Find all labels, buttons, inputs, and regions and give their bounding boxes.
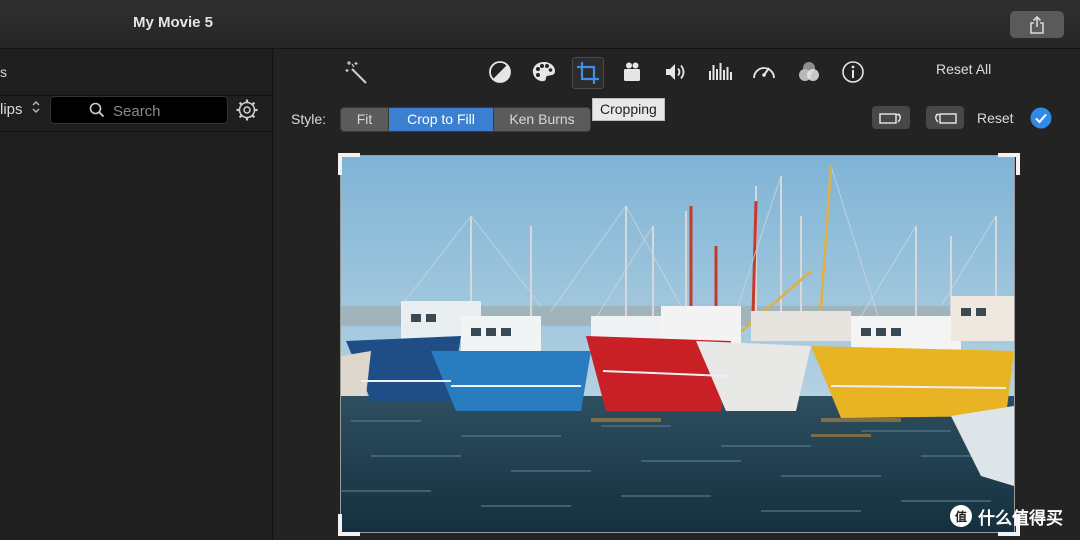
editor-area: Reset All Style: Fit Crop to Fill Ken Bu…: [274, 49, 1080, 540]
share-icon: [1030, 15, 1044, 34]
crop-handle-top-left[interactable]: [338, 153, 360, 175]
reset-button[interactable]: Reset: [977, 110, 1014, 126]
filter-circles-icon[interactable]: [794, 57, 824, 87]
crop-icon[interactable]: [572, 57, 604, 89]
clips-filter-row: lips: [0, 96, 272, 130]
color-balance-icon[interactable]: [485, 57, 515, 87]
search-icon: [89, 102, 105, 123]
rotate-counterclockwise-icon: [935, 112, 957, 124]
harbor-boats-image: [341, 156, 1014, 532]
watermark: 值 什么值得买: [950, 505, 1063, 528]
window-title: My Movie 5: [133, 14, 214, 31]
rotate-clockwise-button[interactable]: [872, 106, 910, 129]
crop-style-segmented-control: Fit Crop to Fill Ken Burns: [340, 107, 591, 132]
style-ken-burns-button[interactable]: Ken Burns: [494, 108, 590, 131]
rotate-counterclockwise-button[interactable]: [926, 106, 964, 129]
crop-handle-bottom-left[interactable]: [338, 514, 360, 536]
watermark-text: 什么值得买: [978, 508, 1063, 528]
magic-wand-icon[interactable]: [342, 57, 372, 87]
video-camera-icon[interactable]: [617, 57, 647, 87]
equalizer-icon[interactable]: [705, 57, 735, 87]
library-header-label: s: [0, 64, 7, 80]
crop-viewer[interactable]: [340, 155, 1015, 533]
apply-checkmark-button[interactable]: [1030, 107, 1052, 134]
watermark-badge: 值: [950, 505, 972, 527]
clips-filter-label[interactable]: lips: [0, 101, 23, 118]
rotate-clockwise-icon: [879, 112, 901, 124]
search-field[interactable]: [50, 96, 228, 124]
gear-icon[interactable]: [235, 98, 259, 127]
palette-icon[interactable]: [529, 57, 559, 87]
search-input[interactable]: [111, 100, 225, 122]
crop-handle-top-right[interactable]: [998, 153, 1020, 175]
style-label: Style:: [291, 111, 327, 127]
divider: [0, 131, 272, 132]
cropping-tooltip: Cropping: [592, 98, 665, 121]
library-panel: s lips: [0, 49, 273, 540]
speedometer-icon[interactable]: [749, 57, 779, 87]
reset-all-button[interactable]: Reset All: [936, 61, 991, 77]
share-button[interactable]: [1010, 11, 1064, 38]
info-icon[interactable]: [838, 57, 868, 87]
title-bar: My Movie 5: [0, 0, 1080, 49]
speaker-icon[interactable]: [661, 57, 691, 87]
checkmark-icon: [1030, 107, 1052, 129]
style-crop-to-fill-button[interactable]: Crop to Fill: [389, 108, 494, 131]
style-fit-button[interactable]: Fit: [341, 108, 389, 131]
chevron-updown-icon[interactable]: [32, 100, 40, 115]
